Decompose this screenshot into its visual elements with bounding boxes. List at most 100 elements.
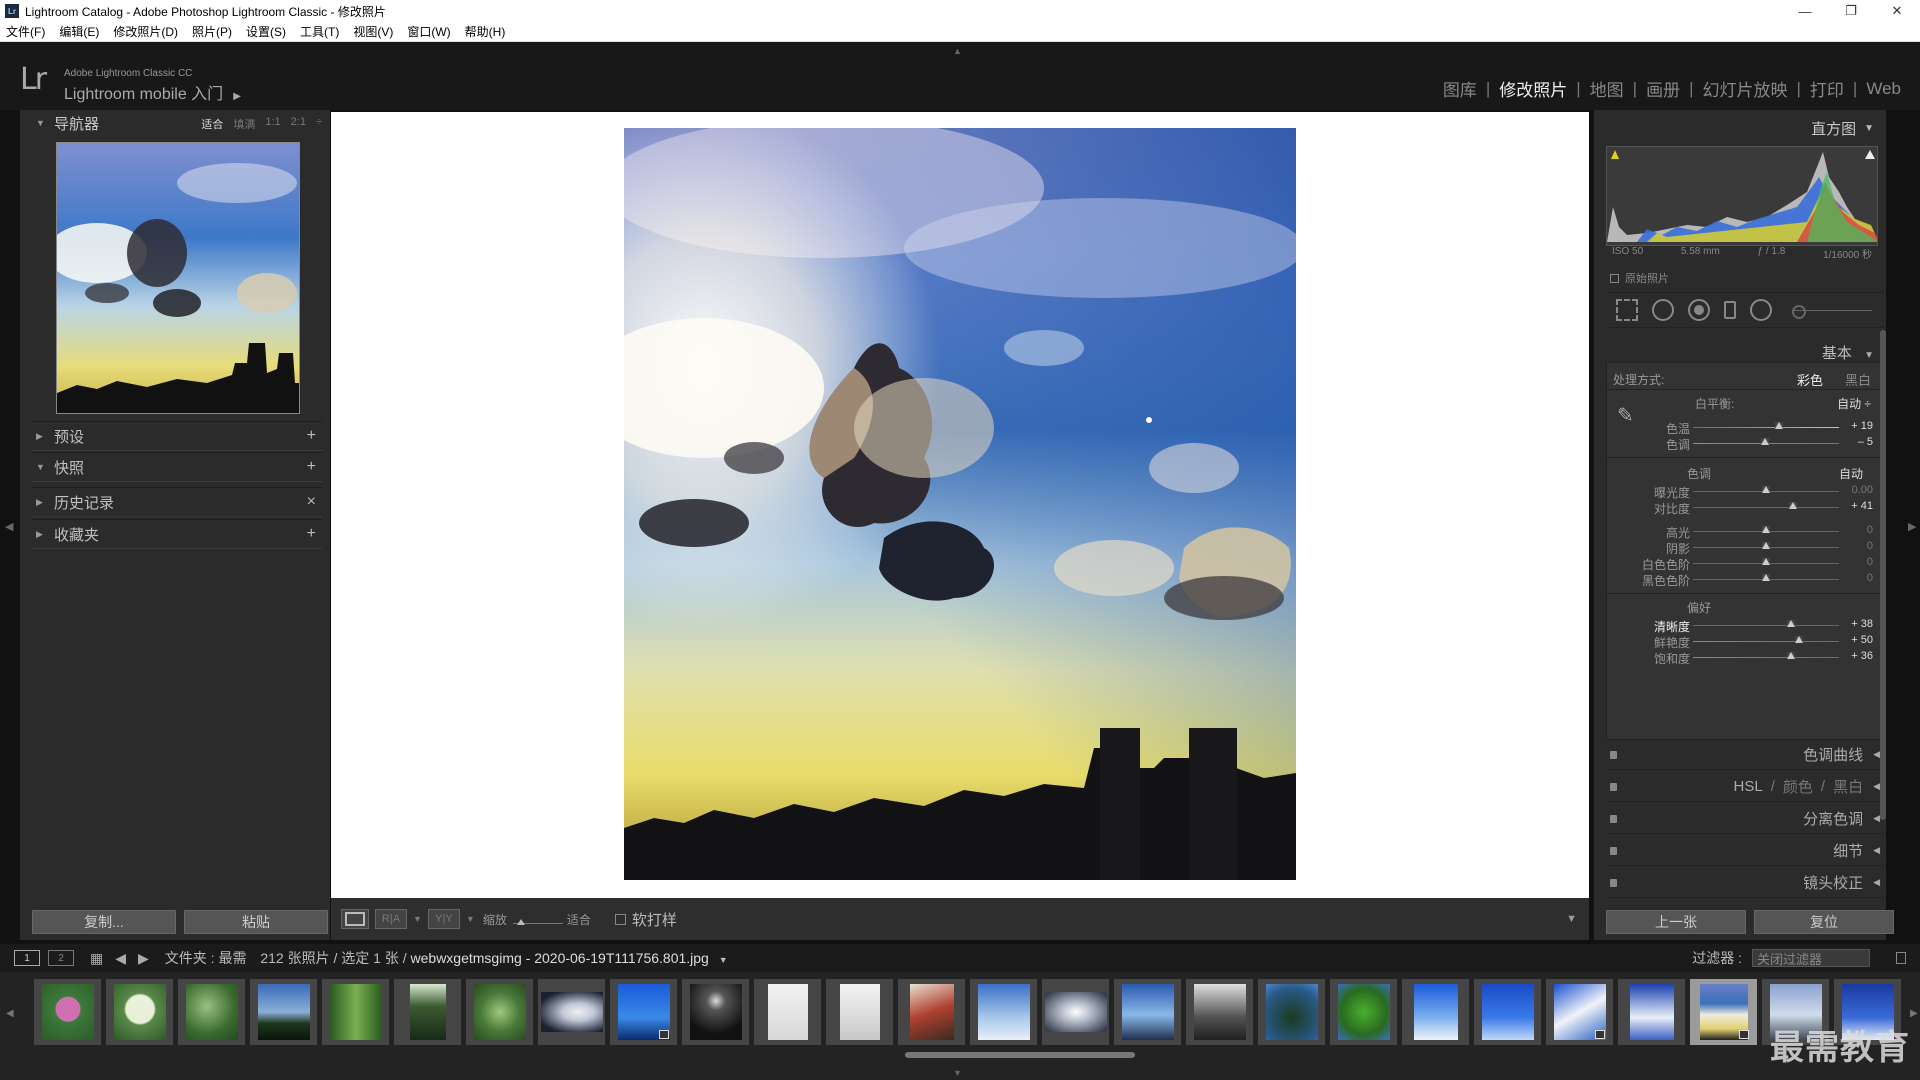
collections-section[interactable]: ▶ 收藏夹 + (32, 519, 322, 549)
tint-value[interactable]: – 5 (1858, 436, 1873, 448)
saturation-track[interactable] (1693, 657, 1839, 658)
saturation-value[interactable]: + 36 (1851, 650, 1873, 662)
panel-switch-icon[interactable] (1610, 879, 1617, 887)
module-map[interactable]: 地图 (1581, 76, 1633, 101)
right-panel-toggle-icon[interactable]: ▶ (1908, 520, 1916, 533)
softproof-toggle[interactable]: 软打样 (614, 909, 677, 930)
vibrance-value[interactable]: + 50 (1851, 634, 1873, 646)
filmstrip-thumbnail[interactable] (1330, 979, 1397, 1045)
filmstrip-thumbnail[interactable] (1042, 979, 1109, 1045)
original-photo-toggle[interactable]: 原始照片 (1610, 270, 1669, 286)
before-after-dropdown-icon[interactable]: ▼ (413, 914, 422, 924)
filmstrip-thumbnail[interactable] (538, 979, 605, 1045)
filmstrip-scrollbar[interactable] (905, 1052, 1135, 1058)
filmstrip-thumbnail[interactable] (1186, 979, 1253, 1045)
clarity-value[interactable]: + 38 (1851, 618, 1873, 630)
highlights-value[interactable]: 0 (1867, 524, 1873, 536)
zoom-slider[interactable] (512, 909, 563, 929)
nav-fit[interactable]: 适合 (201, 116, 223, 132)
clear-history-icon[interactable]: × (307, 493, 316, 511)
clarity-track[interactable] (1693, 625, 1839, 626)
filmstrip-source[interactable]: 文件夹 : 最需 212 张照片 / 选定 1 张 / webwxgetmsgi… (165, 948, 728, 968)
module-slideshow[interactable]: 幻灯片放映 (1694, 76, 1797, 101)
contrast-slider-row[interactable]: 对比度 + 41 (1607, 499, 1885, 516)
panel-switch-icon[interactable] (1610, 815, 1617, 823)
detail-section[interactable]: 细节 ◀ (1606, 836, 1884, 866)
copy-button[interactable]: 复制... (32, 910, 176, 934)
whites-thumb[interactable] (1762, 558, 1770, 565)
filmstrip-thumbnail[interactable] (1114, 979, 1181, 1045)
highlights-thumb[interactable] (1762, 526, 1770, 533)
filmstrip-thumbnail[interactable] (1618, 979, 1685, 1045)
toolbar-options-dropdown-icon[interactable]: ▼ (1566, 913, 1577, 925)
filter-select[interactable]: 关闭过滤器 (1752, 949, 1870, 967)
tint-slider-row[interactable]: 色调 – 5 (1607, 435, 1885, 452)
filmstrip-thumbnail[interactable] (1258, 979, 1325, 1045)
tone-auto-button[interactable]: 自动 (1839, 465, 1863, 482)
add-snapshot-icon[interactable]: + (307, 458, 316, 476)
histogram[interactable] (1606, 146, 1878, 246)
filmstrip-thumbnail[interactable] (1402, 979, 1469, 1045)
treatment-color[interactable]: 彩色 (1797, 370, 1823, 389)
vibrance-slider-row[interactable]: 鲜艳度 + 50 (1607, 633, 1885, 650)
lens-correction-section[interactable]: 镜头校正 ◀ (1606, 868, 1884, 898)
exposure-thumb[interactable] (1762, 486, 1770, 493)
adjustment-brush-slider[interactable] (1792, 304, 1872, 319)
module-library[interactable]: 图库 (1434, 76, 1486, 101)
image-canvas[interactable] (331, 112, 1589, 898)
clarity-slider-row[interactable]: 清晰度 + 38 (1607, 617, 1885, 634)
menu-window[interactable]: 窗口(W) (407, 23, 450, 40)
exposure-value[interactable]: 0.00 (1852, 484, 1873, 496)
panel-switch-icon[interactable] (1610, 783, 1617, 791)
blacks-thumb[interactable] (1762, 574, 1770, 581)
snapshots-section[interactable]: ▼ 快照 + (32, 452, 322, 482)
red-eye-tool-icon[interactable] (1688, 299, 1710, 321)
menu-file[interactable]: 文件(F) (6, 23, 45, 40)
reset-button[interactable]: 复位 (1754, 910, 1894, 934)
filmstrip-thumbnail[interactable] (682, 979, 749, 1045)
left-panel-toggle-icon[interactable]: ◀ (5, 520, 13, 533)
temp-value[interactable]: + 19 (1851, 420, 1873, 432)
hsl-label[interactable]: HSL (1734, 778, 1763, 795)
shadows-value[interactable]: 0 (1867, 540, 1873, 552)
filmstrip-thumbnail[interactable] (34, 979, 101, 1045)
hsl-color-label[interactable]: 颜色 (1783, 776, 1813, 797)
filmstrip-thumbnail[interactable] (898, 979, 965, 1045)
module-book[interactable]: 画册 (1637, 76, 1689, 101)
wb-select[interactable]: 自动 ÷ (1837, 395, 1871, 412)
module-develop[interactable]: 修改照片 (1490, 76, 1576, 101)
top-panel-toggle-icon[interactable]: ▲ (953, 46, 962, 56)
filmstrip-thumbnail[interactable] (1474, 979, 1541, 1045)
highlights-slider-row[interactable]: 高光 0 (1607, 523, 1885, 540)
source-dropdown-icon[interactable]: ▼ (719, 955, 728, 965)
filmstrip-thumbnail[interactable] (610, 979, 677, 1045)
navigator-preview[interactable] (56, 142, 300, 414)
add-collection-icon[interactable]: + (307, 525, 316, 543)
filmstrip-thumbnail[interactable] (250, 979, 317, 1045)
blacks-slider-row[interactable]: 黑色色阶 0 (1607, 571, 1885, 588)
filmstrip-thumbnail[interactable] (106, 979, 173, 1045)
nav-zoom-stepper-icon[interactable]: ÷ (316, 116, 322, 132)
saturation-slider-row[interactable]: 饱和度 + 36 (1607, 649, 1885, 666)
forward-arrow-icon[interactable]: ▶ (138, 950, 149, 967)
clarity-thumb[interactable] (1787, 620, 1795, 627)
shadows-thumb[interactable] (1762, 542, 1770, 549)
whites-slider-row[interactable]: 白色色阶 0 (1607, 555, 1885, 572)
filmstrip-thumbnail[interactable] (826, 979, 893, 1045)
graduated-filter-tool-icon[interactable] (1724, 301, 1736, 319)
add-preset-icon[interactable]: + (307, 427, 316, 445)
filmstrip-thumbnail[interactable] (322, 979, 389, 1045)
restore-icon[interactable]: ❐ (1828, 0, 1874, 22)
close-icon[interactable]: ✕ (1874, 0, 1920, 22)
nav-1-1[interactable]: 1:1 (265, 116, 280, 132)
filmstrip-thumbnail[interactable] (754, 979, 821, 1045)
back-arrow-icon[interactable]: ◀ (115, 950, 126, 967)
whites-value[interactable]: 0 (1867, 556, 1873, 568)
basic-panel-header[interactable]: 基本 ▼ (1822, 342, 1874, 363)
menu-edit[interactable]: 编辑(E) (59, 23, 99, 40)
menu-develop[interactable]: 修改照片(D) (113, 23, 178, 40)
previous-button[interactable]: 上一张 (1606, 910, 1746, 934)
split-toning-section[interactable]: 分离色调 ◀ (1606, 804, 1884, 834)
grid-view-icon[interactable]: ▦ (90, 950, 103, 967)
filmstrip-thumbnail-selected[interactable] (1690, 979, 1757, 1045)
